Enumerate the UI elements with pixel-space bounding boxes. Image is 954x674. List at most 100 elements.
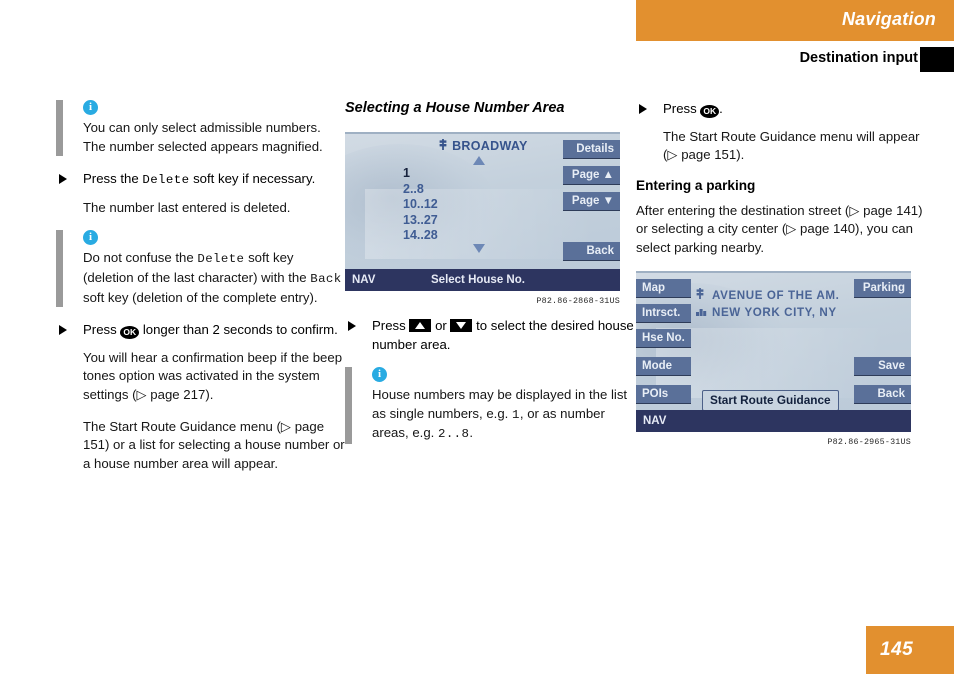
street-sign-svg bbox=[696, 287, 704, 299]
destination-street-name: AVENUE OF THE AM. bbox=[712, 288, 840, 302]
step-result-srg-menu: The Start Route Guidance menu (▷ page 15… bbox=[83, 418, 345, 471]
nav-status-bar: NAV bbox=[636, 409, 911, 432]
info-note-delete-vs-back: i Do not confuse the Delete soft key (de… bbox=[56, 230, 346, 308]
figure-caption: P82.86-2868-31US bbox=[536, 296, 620, 306]
destination-city-name: NEW YORK CITY, NY bbox=[712, 305, 837, 319]
destination-city-row: NEW YORK CITY, NY bbox=[696, 304, 839, 321]
up-arrow-key-icon bbox=[409, 319, 432, 332]
street-sign-icon bbox=[437, 139, 448, 153]
list-item[interactable]: 14..28 bbox=[403, 228, 438, 244]
heading-selecting-house-number-area: Selecting a House Number Area bbox=[345, 100, 565, 116]
city-buildings-icon bbox=[696, 304, 712, 321]
step-result-confirmation-beep: You will hear a confirmation beep if the… bbox=[83, 349, 343, 402]
ok-button-icon: OK bbox=[120, 326, 140, 340]
nav-street-name: BROADWAY bbox=[452, 139, 528, 153]
step-press-ok-long: Press OK longer than 2 seconds to confir… bbox=[56, 321, 346, 340]
info-icon: i bbox=[83, 230, 98, 246]
street-sign-icon bbox=[696, 287, 712, 304]
note-rule bbox=[56, 100, 63, 157]
step-text-pre: Press bbox=[372, 318, 406, 333]
info-note-house-numbers-display: i House numbers may be displayed in the … bbox=[345, 367, 635, 444]
softkey-name-delete: Delete bbox=[142, 173, 190, 188]
step-result-number-deleted: The number last entered is deleted. bbox=[83, 199, 291, 215]
softkey-back[interactable]: Back bbox=[854, 384, 911, 403]
nav-screen-select-house-number: BROADWAY 1 2..8 10..12 13..27 14..28 Det… bbox=[345, 132, 620, 291]
example-single-number: 1 bbox=[512, 407, 520, 422]
destination-summary: AVENUE OF THE AM. NEW YORK CITY, NY bbox=[696, 287, 839, 321]
softkey-back[interactable]: Back bbox=[563, 242, 620, 260]
nav-screen-start-route-guidance: AVENUE OF THE AM. NEW YORK CITY, NY Map … bbox=[636, 270, 911, 432]
page-number-box: 145 bbox=[866, 626, 954, 674]
softkey-hse-no[interactable]: Hse No. bbox=[636, 328, 691, 347]
step-text-post: longer than 2 seconds to confirm. bbox=[142, 322, 338, 338]
step-press-arrows: Press or to select the desired house num… bbox=[345, 317, 635, 354]
scroll-down-arrow-icon[interactable] bbox=[473, 244, 485, 253]
page-subsection-title: Destination input bbox=[799, 50, 918, 66]
page-section-title: Navigation bbox=[841, 9, 936, 29]
house-number-list[interactable]: 1 2..8 10..12 13..27 14..28 bbox=[403, 166, 438, 244]
nav-status-title: Select House No. bbox=[431, 274, 525, 286]
softkey-details[interactable]: Details bbox=[563, 140, 620, 158]
note-text: You can only select admissible numbers. … bbox=[83, 120, 323, 154]
header-black-marker bbox=[920, 47, 954, 72]
step-text-post: . bbox=[719, 101, 723, 116]
nav-mode-label: NAV bbox=[643, 414, 667, 427]
nav-mode-label: NAV bbox=[352, 274, 376, 286]
example-number-area: 2..8 bbox=[437, 427, 470, 442]
nav-screen-body: AVENUE OF THE AM. NEW YORK CITY, NY Map … bbox=[636, 273, 911, 411]
list-item[interactable]: 10..12 bbox=[403, 197, 438, 213]
nav-street-title: BROADWAY bbox=[405, 139, 560, 153]
step-press-ok: Press OK. bbox=[636, 100, 926, 119]
page-number: 145 bbox=[880, 639, 914, 660]
step-bullet-triangle-icon bbox=[59, 174, 67, 185]
right-column: Press OK. The Start Route Guidance menu … bbox=[636, 100, 926, 447]
paragraph-entering-a-parking: After entering the destination street (▷… bbox=[636, 202, 923, 255]
softkey-save[interactable]: Save bbox=[854, 356, 911, 375]
scroll-up-arrow-icon[interactable] bbox=[473, 156, 485, 165]
start-route-guidance-button[interactable]: Start Route Guidance bbox=[702, 389, 839, 411]
step-bullet-triangle-icon bbox=[348, 321, 356, 331]
note-text: Do not confuse the Delete soft key (dele… bbox=[83, 249, 346, 307]
list-item[interactable]: 13..27 bbox=[403, 213, 438, 229]
info-note-admissible-numbers: i You can only select admissible numbers… bbox=[56, 100, 346, 157]
softkey-intrsct[interactable]: Intrsct. bbox=[636, 303, 691, 322]
step-text-pre: Press bbox=[663, 101, 697, 116]
nav-status-bar: NAV Select House No. bbox=[345, 269, 620, 291]
info-icon: i bbox=[372, 367, 387, 383]
note-text: House numbers may be displayed in the li… bbox=[372, 386, 635, 444]
softkey-pois[interactable]: POIs bbox=[636, 384, 691, 403]
list-item[interactable]: 1 bbox=[403, 166, 438, 182]
note-part-1: Do not confuse the bbox=[83, 250, 194, 266]
note-rule bbox=[345, 367, 352, 444]
nav-screen-body: BROADWAY 1 2..8 10..12 13..27 14..28 Det… bbox=[345, 134, 620, 269]
step-press-delete: Press the Delete soft key if necessary. bbox=[56, 170, 346, 190]
destination-street-row: AVENUE OF THE AM. bbox=[696, 287, 839, 304]
softkey-mode[interactable]: Mode bbox=[636, 356, 691, 375]
step-bullet-triangle-icon bbox=[59, 325, 67, 336]
middle-column: Selecting a House Number Area BROADWAY 1 bbox=[345, 100, 635, 458]
note-part-3: . bbox=[469, 425, 473, 441]
step-text-pre: Press bbox=[83, 322, 117, 338]
note-part-3: soft key (deletion of the complete entry… bbox=[83, 289, 318, 305]
step-bullet-triangle-icon bbox=[639, 104, 647, 114]
note-rule bbox=[56, 230, 63, 308]
city-buildings-svg bbox=[696, 308, 707, 316]
softkey-map[interactable]: Map bbox=[636, 278, 691, 297]
step-text-mid: or bbox=[435, 318, 447, 333]
step-result-srg-menu: The Start Route Guidance menu will appea… bbox=[663, 128, 920, 163]
heading-entering-a-parking: Entering a parking bbox=[636, 177, 756, 193]
step-text-post: soft key if necessary. bbox=[193, 171, 316, 187]
street-sign-svg bbox=[439, 139, 447, 150]
info-icon: i bbox=[83, 100, 98, 115]
list-item[interactable]: 2..8 bbox=[403, 182, 438, 198]
left-column: i You can only select admissible numbers… bbox=[56, 100, 346, 486]
ok-button-icon: OK bbox=[700, 105, 720, 118]
softkey-parking[interactable]: Parking bbox=[854, 278, 911, 297]
step-text-pre: Press the bbox=[83, 171, 139, 187]
softkey-name-delete: Delete bbox=[197, 252, 245, 267]
softkey-page-down[interactable]: Page ▼ bbox=[563, 192, 620, 210]
softkey-name-back: Back bbox=[310, 271, 342, 286]
softkey-page-up[interactable]: Page ▲ bbox=[563, 166, 620, 184]
figure-caption: P82.86-2965-31US bbox=[827, 436, 911, 447]
down-arrow-key-icon bbox=[450, 319, 473, 332]
